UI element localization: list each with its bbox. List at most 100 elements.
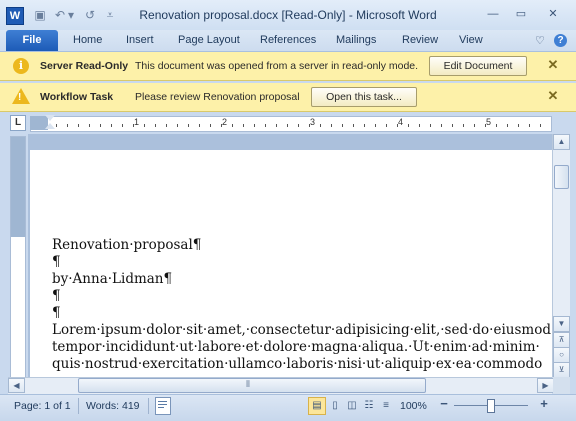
help-icon[interactable]: ? bbox=[554, 34, 567, 47]
ruler-tick bbox=[540, 124, 541, 127]
document-paragraph-line[interactable]: quis·nostrud·exercitation·ullamco·labori… bbox=[52, 356, 552, 372]
scrollbar-corner bbox=[553, 377, 570, 394]
document-paragraph-line[interactable]: Lorem·ipsum·dolor·sit·amet,·consectetur·… bbox=[52, 322, 552, 338]
ruler-tick bbox=[78, 124, 79, 127]
hanging-indent-marker[interactable] bbox=[45, 123, 55, 129]
file-tab[interactable]: File bbox=[6, 30, 58, 51]
minimize-button[interactable]: — bbox=[482, 6, 504, 22]
tab-view[interactable]: View bbox=[459, 34, 483, 46]
proofing-line bbox=[158, 401, 167, 402]
horizontal-scroll-thumb[interactable] bbox=[78, 378, 426, 393]
ruler-tick bbox=[408, 124, 409, 127]
ruler-tick bbox=[507, 124, 508, 127]
ruler-tick bbox=[155, 124, 156, 127]
restore-button[interactable]: ▭ bbox=[510, 6, 532, 22]
warning-mark: ! bbox=[18, 92, 22, 103]
ruler-tick bbox=[452, 124, 453, 127]
ruler-tick bbox=[298, 124, 299, 127]
tab-home[interactable]: Home bbox=[73, 34, 102, 46]
outline-view-icon[interactable]: ☷ bbox=[360, 397, 378, 415]
message-title: Server Read-Only bbox=[40, 60, 129, 72]
scroll-up-button[interactable]: ▲ bbox=[553, 134, 570, 150]
tab-references[interactable]: References bbox=[260, 34, 316, 46]
document-line[interactable]: ¶ bbox=[52, 254, 61, 270]
customize-qat-icon[interactable]: ⩡ bbox=[102, 8, 118, 22]
zoom-in-button[interactable]: + bbox=[538, 397, 550, 410]
print-layout-view-icon[interactable]: ▤ bbox=[308, 397, 326, 415]
message-text: Please review Renovation proposal bbox=[135, 91, 300, 103]
tab-review[interactable]: Review bbox=[402, 34, 438, 46]
scroll-right-button[interactable]: ▶ bbox=[537, 378, 554, 393]
ruler-tick bbox=[243, 124, 244, 127]
ruler-tick bbox=[287, 124, 288, 127]
ruler-tick bbox=[276, 124, 277, 127]
tab-page-layout[interactable]: Page Layout bbox=[178, 34, 240, 46]
scroll-left-button[interactable]: ◀ bbox=[8, 378, 25, 393]
word-count[interactable]: Words: 419 bbox=[86, 400, 140, 412]
ruler-number: 2 bbox=[222, 117, 228, 127]
zoom-level[interactable]: 100% bbox=[400, 400, 427, 412]
ruler-tick bbox=[496, 124, 497, 127]
ruler-tick bbox=[441, 124, 442, 127]
ruler-tick bbox=[364, 124, 365, 127]
zoom-out-button[interactable]: − bbox=[438, 397, 450, 410]
message-text: This document was opened from a server i… bbox=[135, 60, 419, 72]
tab-insert[interactable]: Insert bbox=[126, 34, 154, 46]
ruler-number: 3 bbox=[310, 117, 316, 127]
edit-document-button[interactable]: Edit Document bbox=[429, 56, 527, 76]
select-browse-object-button[interactable]: ○ bbox=[553, 347, 570, 363]
vertical-ruler-margin bbox=[11, 137, 25, 237]
scroll-down-button[interactable]: ▼ bbox=[553, 316, 570, 332]
zoom-slider-thumb[interactable] bbox=[487, 399, 495, 413]
document-paragraph-line[interactable]: tempor·incididunt·ut·labore·et·dolore·ma… bbox=[52, 339, 552, 355]
vertical-scroll-thumb[interactable] bbox=[554, 165, 569, 189]
status-separator bbox=[148, 398, 149, 414]
ruler-tick bbox=[342, 124, 343, 127]
ruler-tick bbox=[309, 124, 310, 127]
draft-view-icon[interactable]: ≡ bbox=[377, 397, 395, 415]
ruler-tick bbox=[221, 124, 222, 127]
next-page-button[interactable]: ⊻ bbox=[553, 362, 570, 378]
minimize-ribbon-icon[interactable]: ♡ bbox=[535, 34, 545, 47]
web-layout-view-icon[interactable]: ◫ bbox=[343, 397, 361, 415]
ruler-tick bbox=[133, 124, 134, 127]
ruler-tick bbox=[122, 124, 123, 127]
ruler-tick bbox=[529, 124, 530, 127]
ruler-tick bbox=[67, 124, 68, 127]
page-count[interactable]: Page: 1 of 1 bbox=[14, 400, 71, 412]
message-bar-server-readonly: i Server Read-Only This document was ope… bbox=[0, 52, 576, 81]
tab-mailings[interactable]: Mailings bbox=[336, 34, 376, 46]
proofing-icon[interactable] bbox=[155, 397, 171, 415]
ruler-tick bbox=[254, 124, 255, 127]
close-icon[interactable]: ✕ bbox=[546, 89, 560, 103]
redo-icon[interactable]: ↺ bbox=[82, 8, 98, 22]
ruler-number: 4 bbox=[398, 117, 404, 127]
ruler-tick bbox=[188, 124, 189, 127]
tab-selector[interactable]: L bbox=[10, 115, 26, 131]
ruler-tick bbox=[485, 124, 486, 127]
proofing-line bbox=[158, 404, 167, 405]
close-button[interactable]: ✕ bbox=[542, 6, 564, 22]
open-task-button[interactable]: Open this task... bbox=[311, 87, 417, 107]
word-app-icon[interactable]: W bbox=[6, 7, 24, 25]
ruler-tick bbox=[111, 124, 112, 127]
ruler-tick bbox=[463, 124, 464, 127]
ruler-tick bbox=[166, 124, 167, 127]
close-icon[interactable]: ✕ bbox=[546, 58, 560, 72]
ruler-tick bbox=[397, 124, 398, 127]
document-line[interactable]: ¶ bbox=[52, 288, 61, 304]
ruler-tick bbox=[320, 124, 321, 127]
document-line[interactable]: ¶ bbox=[52, 305, 61, 321]
previous-page-button[interactable]: ⊼ bbox=[553, 332, 570, 348]
ruler-tick bbox=[232, 124, 233, 127]
undo-dropdown-icon[interactable]: ▾ bbox=[66, 8, 76, 22]
message-title: Workflow Task bbox=[40, 91, 114, 103]
window-title: Renovation proposal.docx [Read-Only] - M… bbox=[139, 8, 437, 22]
ruler-tick bbox=[177, 124, 178, 127]
document-author[interactable]: by·Anna·Lidman¶ bbox=[52, 271, 172, 287]
save-icon[interactable]: ▣ bbox=[32, 8, 48, 22]
document-title[interactable]: Renovation·proposal¶ bbox=[52, 237, 201, 253]
ruler-tick bbox=[353, 124, 354, 127]
full-screen-reading-view-icon[interactable]: ▯ bbox=[326, 397, 344, 415]
first-line-indent-marker[interactable] bbox=[45, 115, 55, 121]
